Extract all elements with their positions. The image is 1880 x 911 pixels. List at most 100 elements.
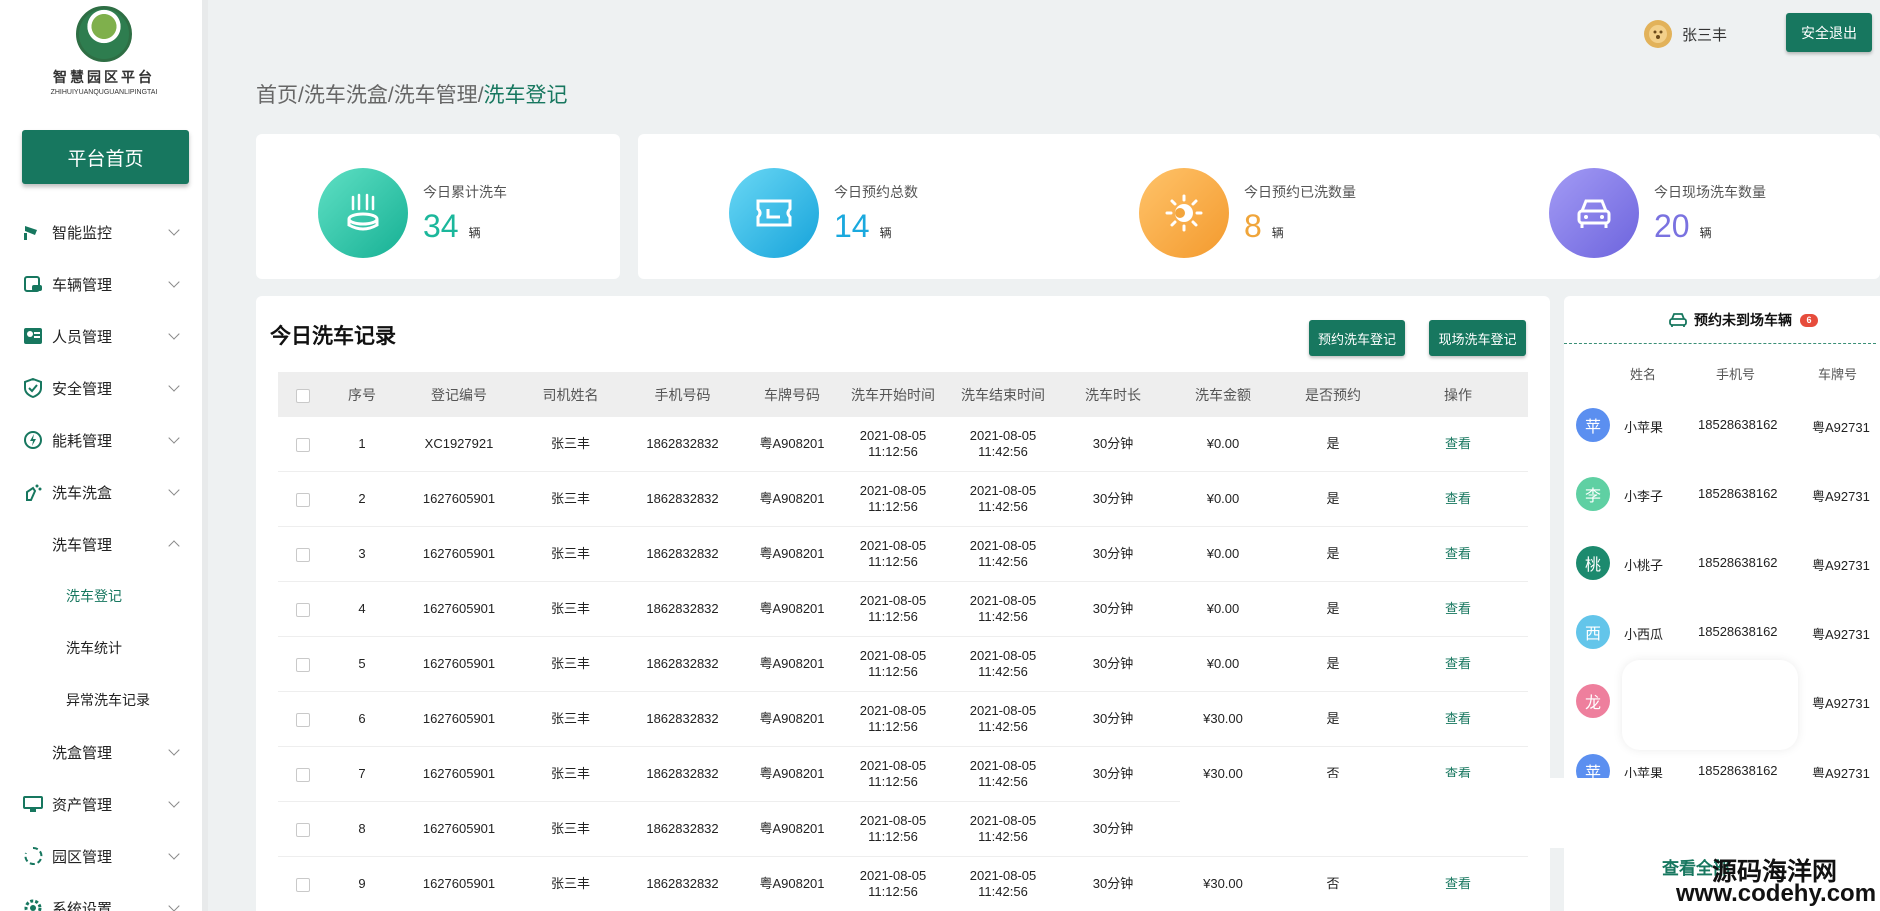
cell-duration: 30分钟 — [1092, 546, 1134, 561]
cell-register-no: 1627605901 — [422, 821, 496, 836]
sidebar-item-assets[interactable]: 资产管理 — [0, 778, 202, 830]
end-clock: 11:42:56 — [978, 884, 1028, 899]
sidebar-item-box-wash-management[interactable]: 洗盒管理 — [0, 726, 202, 778]
list-item[interactable]: 西小西瓜 18528638162 粤A92731 — [1564, 611, 1880, 651]
stat-label: 今日现场洗车数量 — [1654, 183, 1766, 200]
sidebar-item-car-wash-register[interactable]: 洗车登记 — [0, 570, 202, 622]
stat-unit: 辆 — [1699, 225, 1712, 240]
sidebar-item-vehicles[interactable]: 车辆管理 — [0, 258, 202, 310]
energy-icon — [22, 430, 44, 450]
cell-amount: ¥0.00 — [1206, 436, 1240, 451]
list-item[interactable]: 桃小桃子 18528638162 粤A92731 — [1564, 542, 1880, 582]
start-date: 2021-08-05 — [859, 538, 927, 553]
cell-duration: 30分钟 — [1092, 711, 1134, 726]
no-show-title-text: 预约未到场车辆 — [1694, 312, 1792, 328]
list-item[interactable]: 李小李子 18528638162 粤A92731 — [1564, 473, 1880, 513]
sidebar-item-car-wash-stats[interactable]: 洗车统计 — [0, 622, 202, 674]
person-plate: 粤A92731 — [1812, 627, 1870, 642]
breadcrumb-item[interactable]: 洗车洗盒 — [304, 84, 388, 107]
cell-register-no: 1627605901 — [422, 876, 496, 891]
select-all-checkbox[interactable] — [296, 388, 310, 403]
cell-phone: 1862832832 — [646, 601, 719, 616]
sidebar-item-monitoring[interactable]: 智能监控 — [0, 206, 202, 258]
cell-plate: 粤A908201 — [759, 876, 825, 891]
breadcrumb-item[interactable]: 首页 — [256, 84, 298, 107]
table-row: 2 1627605901 张三丰 1862832832 粤A908201 2021-08-… — [278, 472, 1528, 527]
view-link[interactable]: 查看 — [1388, 546, 1528, 562]
avatar — [1644, 20, 1672, 48]
cell-driver: 张三丰 — [550, 766, 590, 781]
camera-icon — [22, 222, 44, 242]
cell-register-no: 1627605901 — [422, 766, 496, 781]
row-checkbox[interactable] — [296, 492, 310, 507]
person-name: 小西瓜 — [1624, 627, 1664, 642]
avatar: 西 — [1576, 615, 1610, 649]
row-checkbox[interactable] — [296, 602, 310, 617]
view-link[interactable]: 查看 — [1388, 436, 1528, 452]
breadcrumb-item[interactable]: 洗车管理 — [394, 84, 478, 107]
row-checkbox[interactable] — [296, 437, 310, 452]
table-row: 6 1627605901 张三丰 1862832832 粤A908201 2021-08-… — [278, 692, 1528, 747]
row-checkbox[interactable] — [296, 712, 310, 727]
start-clock: 11:12:56 — [868, 499, 918, 514]
row-checkbox[interactable] — [296, 657, 310, 672]
sidebar-item-label: 洗车登记 — [66, 588, 122, 604]
stat-value: 34 — [423, 207, 459, 244]
cell-duration: 30分钟 — [1092, 656, 1134, 671]
row-checkbox[interactable] — [296, 547, 310, 562]
sidebar-item-label: 人员管理 — [52, 328, 113, 346]
chevron-up-icon — [168, 540, 180, 552]
avatar: 苹 — [1576, 408, 1610, 442]
end-clock: 11:42:56 — [978, 774, 1028, 789]
sidebar-item-settings[interactable]: 系统设置 — [0, 882, 202, 911]
stat-total-wash: 今日累计洗车 34 辆 — [318, 168, 507, 258]
person-name: 小李子 — [1624, 489, 1664, 504]
cell-index: 2 — [358, 491, 366, 506]
people-icon — [22, 326, 44, 346]
sidebar-item-label: 车辆管理 — [52, 276, 113, 294]
list-item[interactable]: 苹小苹果 18528638162 粤A92731 — [1564, 404, 1880, 444]
table-row: 4 1627605901 张三丰 1862832832 粤A908201 2021-08-… — [278, 582, 1528, 637]
row-checkbox[interactable] — [296, 767, 310, 782]
view-link[interactable]: 查看 — [1388, 711, 1528, 727]
end-clock: 11:42:56 — [978, 829, 1028, 844]
sidebar-item-park[interactable]: 园区管理 — [0, 830, 202, 882]
onsite-register-button[interactable]: 现场洗车登记 — [1429, 320, 1526, 356]
sidebar-item-label: 洗车统计 — [66, 640, 122, 656]
stat-unit: 辆 — [468, 225, 481, 240]
view-link[interactable]: 查看 — [1388, 601, 1528, 617]
start-clock: 11:12:56 — [868, 554, 918, 569]
column-header: 手机号 — [1716, 367, 1756, 382]
sidebar-item-security[interactable]: 安全管理 — [0, 362, 202, 414]
user-menu[interactable]: 张三丰 — [1644, 20, 1727, 48]
end-date: 2021-08-05 — [969, 758, 1037, 773]
start-clock: 11:12:56 — [868, 884, 918, 899]
reserve-register-button[interactable]: 预约洗车登记 — [1309, 320, 1405, 356]
sun-icon — [1139, 168, 1229, 258]
cell-amount: ¥0.00 — [1206, 546, 1240, 561]
cell-index: 4 — [358, 601, 366, 616]
view-link[interactable]: 查看 — [1388, 876, 1528, 892]
username: 张三丰 — [1682, 26, 1728, 44]
stat-label: 今日预约总数 — [834, 183, 918, 200]
column-header: 操作 — [1444, 386, 1472, 403]
cell-reserved: 是 — [1326, 656, 1340, 671]
sidebar-item-car-wash-management[interactable]: 洗车管理 — [0, 518, 202, 570]
platform-home-button[interactable]: 平台首页 — [22, 130, 189, 184]
view-link[interactable]: 查看 — [1388, 491, 1528, 507]
view-link[interactable]: 查看 — [1388, 656, 1528, 672]
cell-start-time: 2021-08-05 11:12:56 — [838, 538, 948, 570]
cell-duration: 30分钟 — [1092, 601, 1134, 616]
chevron-down-icon — [168, 432, 180, 444]
start-date: 2021-08-05 — [859, 593, 927, 608]
row-checkbox[interactable] — [296, 822, 310, 837]
sidebar-item-abnormal-records[interactable]: 异常洗车记录 — [0, 674, 202, 726]
chevron-down-icon — [168, 224, 180, 236]
logout-button[interactable]: 安全退出 — [1786, 13, 1872, 52]
cell-driver: 张三丰 — [550, 821, 590, 836]
sidebar-item-personnel[interactable]: 人员管理 — [0, 310, 202, 362]
sidebar-item-car-wash[interactable]: 洗车洗盒 — [0, 466, 202, 518]
cell-phone: 1862832832 — [646, 546, 719, 561]
row-checkbox[interactable] — [296, 877, 310, 892]
sidebar-item-energy[interactable]: 能耗管理 — [0, 414, 202, 466]
